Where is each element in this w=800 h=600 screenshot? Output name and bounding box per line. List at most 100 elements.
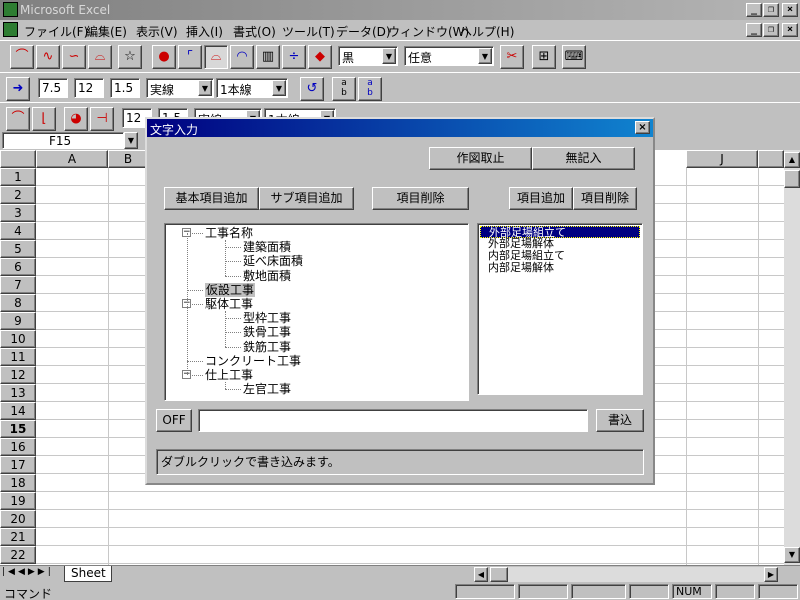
tree-node[interactable]: コンクリート工事 (205, 354, 301, 368)
menu-tools[interactable]: ツール(T) (282, 23, 335, 40)
row-header[interactable]: 4 (0, 222, 36, 240)
row-header[interactable]: 10 (0, 330, 36, 348)
doc-minimize-icon[interactable]: _ (746, 23, 762, 37)
workbook-icon[interactable] (3, 22, 18, 37)
dialog-close-icon[interactable]: × (635, 121, 650, 134)
tree-node[interactable]: 型枠工事 (243, 311, 291, 325)
delete-list-item-button[interactable]: 項目削除 (573, 187, 637, 210)
columns-icon[interactable]: ▥ (256, 45, 280, 69)
row-header[interactable]: 3 (0, 204, 36, 222)
write-button[interactable]: 書込 (596, 409, 644, 432)
row-header[interactable]: 9 (0, 312, 36, 330)
row-header[interactable]: 20 (0, 510, 36, 528)
scroll-down-icon[interactable]: ▼ (784, 547, 800, 563)
row-header[interactable]: 22 (0, 546, 36, 564)
dotted-arc-icon[interactable]: ◠ (230, 45, 254, 69)
row-header[interactable]: 13 (0, 384, 36, 402)
scroll-right-icon[interactable]: ▶ (764, 567, 778, 582)
item-list-box[interactable]: 外部足場組立て 外部足場解体 内部足場組立て 内部足場解体 (477, 223, 643, 395)
name-box[interactable]: F15 (2, 132, 124, 149)
tree-node[interactable]: 建築面積 (243, 240, 291, 254)
row-header[interactable]: 6 (0, 258, 36, 276)
vertical-scrollbar[interactable]: ▲ ▼ (784, 150, 800, 565)
rotate-icon[interactable]: ↺ (300, 77, 324, 101)
arc-tool-3-icon[interactable]: ⌓ (88, 45, 112, 69)
divide-icon[interactable]: ÷ (282, 45, 306, 69)
sheet-tab[interactable]: Sheet (64, 566, 112, 582)
horizontal-scroll-track[interactable] (508, 567, 764, 582)
color-circles-icon[interactable]: ● (152, 45, 176, 69)
keyboard-icon[interactable]: ⌨ (562, 45, 586, 69)
row-header[interactable]: 5 (0, 240, 36, 258)
list-item[interactable]: 内部足場解体 (480, 262, 640, 274)
scroll-up-icon[interactable]: ▲ (784, 152, 800, 168)
row-header[interactable]: 2 (0, 186, 36, 204)
tree-node[interactable]: 鉄骨工事 (243, 325, 291, 339)
doc-close-icon[interactable]: × (782, 23, 798, 37)
tree-node[interactable]: 延べ床面積 (243, 254, 303, 268)
tree-node[interactable]: 仕上工事 (205, 368, 253, 382)
row-header[interactable]: 1 (0, 168, 36, 186)
item-tree-view[interactable]: 工事名称 − 建築面積 延べ床面積 敷地面積 仮設工事 駆体工事 − 型枠工事 鉄骨工事 鉄筋工事コ… (164, 223, 469, 401)
corner-tool-icon[interactable]: ⌜ (178, 45, 202, 69)
fill-combo[interactable]: 任意 ▼ (404, 46, 494, 66)
menu-window[interactable]: ウィンドウ(W) (388, 23, 469, 40)
row-header[interactable]: 7 (0, 276, 36, 294)
row-header[interactable]: 17 (0, 456, 36, 474)
row-header[interactable]: 16 (0, 438, 36, 456)
row-header[interactable]: 21 (0, 528, 36, 546)
shape-tool-3-icon[interactable]: ◕ (64, 107, 88, 131)
line-color-combo[interactable]: 黒 ▼ (338, 46, 398, 66)
delete-item-button[interactable]: 項目削除 (372, 187, 469, 210)
select-all-corner[interactable] (0, 150, 36, 168)
arrow-right-icon[interactable]: ➜ (6, 77, 30, 101)
row-header[interactable]: 19 (0, 492, 36, 510)
add-list-item-button[interactable]: 項目追加 (509, 187, 573, 210)
menu-format[interactable]: 書式(O) (233, 23, 276, 40)
scroll-thumb[interactable] (784, 170, 800, 188)
column-header-j[interactable]: J (686, 150, 758, 168)
menu-help[interactable]: ヘルプ(H) (460, 23, 514, 40)
row-header[interactable]: 8 (0, 294, 36, 312)
size-input[interactable]: 12 (74, 78, 104, 98)
menu-insert[interactable]: 挿入(I) (186, 23, 223, 40)
tree-node[interactable]: 駆体工事 (205, 297, 253, 311)
add-basic-item-button[interactable]: 基本項目追加 (164, 187, 259, 210)
row-header[interactable]: 12 (0, 366, 36, 384)
column-header-a[interactable]: A (36, 150, 108, 168)
tree-node[interactable]: 仮設工事 (205, 282, 256, 297)
row-header[interactable]: 14 (0, 402, 36, 420)
no-entry-button[interactable]: 無記入 (532, 147, 635, 170)
shape-tool-1-icon[interactable]: ⌒ (6, 107, 30, 131)
tree-node[interactable]: 敷地面積 (243, 269, 291, 283)
menu-edit[interactable]: 編集(E) (86, 23, 127, 40)
scroll-left-icon[interactable]: ◀ (474, 567, 488, 582)
shape-tool-2-icon[interactable]: ⌊ (32, 107, 56, 131)
tree-node[interactable]: 鉄筋工事 (243, 340, 291, 354)
round-tool-icon[interactable]: ⌓ (204, 45, 228, 69)
chevron-down-icon[interactable]: ▼ (198, 80, 212, 96)
scissors-icon[interactable]: ✂ (500, 45, 524, 69)
close-icon[interactable]: × (782, 3, 798, 17)
width-input[interactable]: 7.5 (38, 78, 68, 98)
chevron-down-icon[interactable]: ▼ (478, 48, 492, 64)
doc-restore-icon[interactable]: ❐ (763, 23, 779, 37)
add-sub-item-button[interactable]: サブ項目追加 (259, 187, 354, 210)
curve-tool-icon[interactable]: ∽ (62, 45, 86, 69)
horizontal-scroll-thumb[interactable] (490, 567, 508, 582)
cancel-drawing-button[interactable]: 作図取止 (429, 147, 532, 170)
chevron-down-icon[interactable]: ▼ (272, 80, 286, 96)
column-header-b[interactable]: B (108, 150, 148, 168)
arc-tool-2-icon[interactable]: ∿ (36, 45, 60, 69)
row-header[interactable]: 15 (0, 420, 36, 438)
chevron-down-icon[interactable]: ▼ (382, 48, 396, 64)
row-header[interactable]: 18 (0, 474, 36, 492)
text-reverse-icon[interactable]: a b (358, 77, 382, 101)
shape-tool-4-icon[interactable]: ⊣ (90, 107, 114, 131)
text-vertical-icon[interactable]: a b (332, 77, 356, 101)
text-entry-field[interactable] (198, 409, 588, 432)
group-icon[interactable]: ⊞ (532, 45, 556, 69)
fill-bucket-icon[interactable]: ◆ (308, 45, 332, 69)
off-toggle-button[interactable]: OFF (156, 409, 192, 432)
restore-icon[interactable]: ❐ (763, 3, 779, 17)
